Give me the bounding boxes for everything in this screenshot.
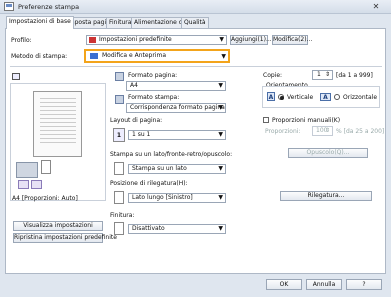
ok-button[interactable]: OK [266,279,302,290]
scale-ratio-label: Proporzioni: [265,128,301,135]
spin-icon[interactable]: ⇕ [325,71,330,79]
chevron-down-icon: ▼ [218,104,223,111]
duplex-icon [31,180,42,189]
staple-icon [18,180,29,189]
page-size-value: A4 [130,82,138,89]
paper-stack-icon [41,160,51,174]
page-layout-label: Layout di pagina: [110,117,163,124]
tab-basic-settings[interactable]: Impostazioni di base [6,16,74,29]
tab-quality[interactable]: Qualità [181,17,209,28]
spin-icon[interactable]: ⇕ [325,127,330,135]
finishing-icon [114,222,124,235]
chevron-down-icon: ▼ [218,194,223,201]
binding-position-value: Lato lungo [Sinistro] [132,194,193,201]
preview-caption: A4 [Proporzioni: Auto] [12,195,78,202]
layout-1-icon: 1 [113,128,125,142]
page-size-icon [115,72,124,81]
finishing-value: Disattivato [132,225,165,232]
chevron-down-icon: ▼ [219,36,224,43]
copies-stepper[interactable]: 1 ⇕ [312,70,333,80]
portrait-icon: A [267,92,275,101]
cancel-button[interactable]: Annulla [306,279,342,290]
chevron-down-icon: ▼ [218,225,223,232]
output-size-icon [115,95,124,104]
page-view-icon[interactable] [12,73,20,80]
add-profile-button[interactable]: Aggiungi(1)... [230,35,272,45]
page-preview [33,91,82,157]
page-layout-select[interactable]: 1 su 1 ▼ [128,130,226,140]
print-method-select[interactable]: Modifica e Anteprima ▼ [84,49,230,63]
binding-icon [114,191,124,204]
scale-ratio-range: % [da 25 a 200] [336,128,385,135]
chevron-down-icon: ▼ [218,82,223,89]
copies-value: 1 [317,71,321,78]
copies-range: [da 1 a 999] [336,72,373,79]
print-method-value: Modifica e Anteprima [102,52,166,59]
chevron-down-icon: ▼ [218,165,223,172]
output-size-select[interactable]: Corrispondenza formato pagina ▼ [126,103,226,113]
output-size-label: Formato stampa: [128,94,180,101]
printer-window-icon [4,2,14,11]
vertical-radio[interactable] [278,94,284,100]
profile-select[interactable]: Impostazioni predefinite ▼ [86,35,227,45]
close-icon[interactable]: ✕ [365,1,387,12]
vertical-label: Verticale [287,94,314,101]
page-size-select[interactable]: A4 ▼ [126,81,226,91]
chevron-down-icon: ▼ [221,53,226,60]
duplex-label: Stampa su un lato/fronte-retro/opuscolo: [110,151,233,158]
help-button[interactable]: ? [346,279,382,290]
manual-scale-checkbox[interactable] [263,117,269,123]
profile-value: Impostazioni predefinite [99,36,172,43]
page-layout-value: 1 su 1 [132,131,151,138]
binding-position-select[interactable]: Lato lungo [Sinistro] ▼ [128,193,226,203]
horizontal-label: Orizzontale [343,94,378,101]
single-sided-icon [114,162,124,175]
profile-label: Profilo: [11,37,32,44]
scale-ratio-stepper[interactable]: 100 ⇕ [312,126,333,136]
divider [10,66,382,67]
view-settings-button[interactable]: Visualizza impostazioni [13,221,103,231]
binding-button[interactable]: Rilegatura... [280,191,372,201]
duplex-value: Stampa su un lato [132,165,187,172]
page-size-label: Formato pagina: [128,72,178,79]
output-size-value: Corrispondenza formato pagina [130,104,225,111]
print-method-label: Metodo di stampa: [11,53,68,60]
horizontal-radio[interactable] [334,94,340,100]
finishing-label: Finitura: [110,212,135,219]
edit-preview-icon [90,53,98,59]
manual-scale-label: Proporzioni manuali(K) [272,117,341,124]
finishing-select[interactable]: Disattivato ▼ [128,224,226,234]
landscape-icon: A [320,93,331,101]
booklet-button[interactable]: Opuscolo(Q)... [288,148,368,158]
binding-position-label: Posizione di rilegatura(H): [110,180,188,187]
copies-label: Copie: [263,72,283,79]
printer-icon [16,162,38,178]
restore-defaults-button[interactable]: Ripristina impostazioni predefinite [13,233,117,243]
edit-profile-button[interactable]: Modifica(2)... [272,35,312,45]
chevron-down-icon: ▼ [218,131,223,138]
profile-icon [89,37,96,43]
duplex-select[interactable]: Stampa su un lato ▼ [128,164,226,174]
window-title: Preferenze stampa [18,3,80,11]
